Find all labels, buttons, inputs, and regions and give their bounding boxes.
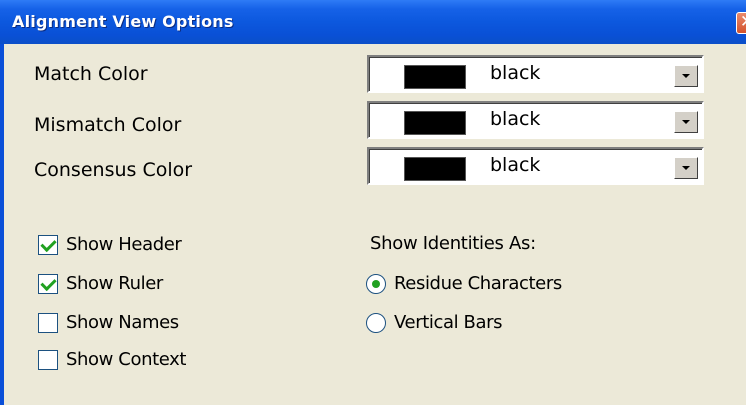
show-names-checkbox[interactable]	[38, 313, 58, 333]
show-context-checkbox[interactable]	[38, 350, 58, 370]
title-bar[interactable]: Alignment View Options ✕	[0, 0, 746, 44]
dialog-title: Alignment View Options	[12, 12, 234, 31]
vertical-bars-radio[interactable]	[366, 313, 386, 333]
show-identities-label: Show Identities As:	[370, 233, 536, 254]
residue-characters-label: Residue Characters	[394, 273, 562, 294]
match-color-select[interactable]: black	[367, 55, 704, 93]
mismatch-color-label: Mismatch Color	[34, 114, 182, 136]
mismatch-color-dropdown-button[interactable]	[674, 111, 698, 133]
show-header-checkbox[interactable]	[38, 235, 58, 255]
match-color-label: Match Color	[34, 63, 148, 85]
close-button[interactable]: ✕	[736, 12, 746, 34]
show-ruler-label: Show Ruler	[66, 273, 163, 294]
consensus-color-value: black	[490, 154, 541, 176]
show-names-label: Show Names	[66, 312, 179, 333]
close-icon: ✕	[740, 12, 746, 32]
mismatch-color-swatch	[404, 111, 466, 135]
match-color-swatch	[404, 65, 466, 89]
consensus-color-label: Consensus Color	[34, 159, 193, 181]
mismatch-color-select[interactable]: black	[367, 101, 704, 139]
consensus-color-dropdown-button[interactable]	[674, 157, 698, 179]
match-color-value: black	[490, 62, 541, 84]
show-context-label: Show Context	[66, 349, 187, 370]
show-ruler-checkbox[interactable]	[38, 274, 58, 294]
match-color-dropdown-button[interactable]	[674, 65, 698, 87]
vertical-bars-label: Vertical Bars	[394, 312, 503, 333]
alignment-view-options-dialog: Alignment View Options ✕ Match Color bla…	[0, 0, 746, 405]
mismatch-color-value: black	[490, 108, 541, 130]
consensus-color-swatch	[404, 157, 466, 181]
consensus-color-select[interactable]: black	[367, 147, 704, 185]
residue-characters-radio[interactable]	[366, 274, 386, 294]
show-header-label: Show Header	[66, 234, 182, 255]
